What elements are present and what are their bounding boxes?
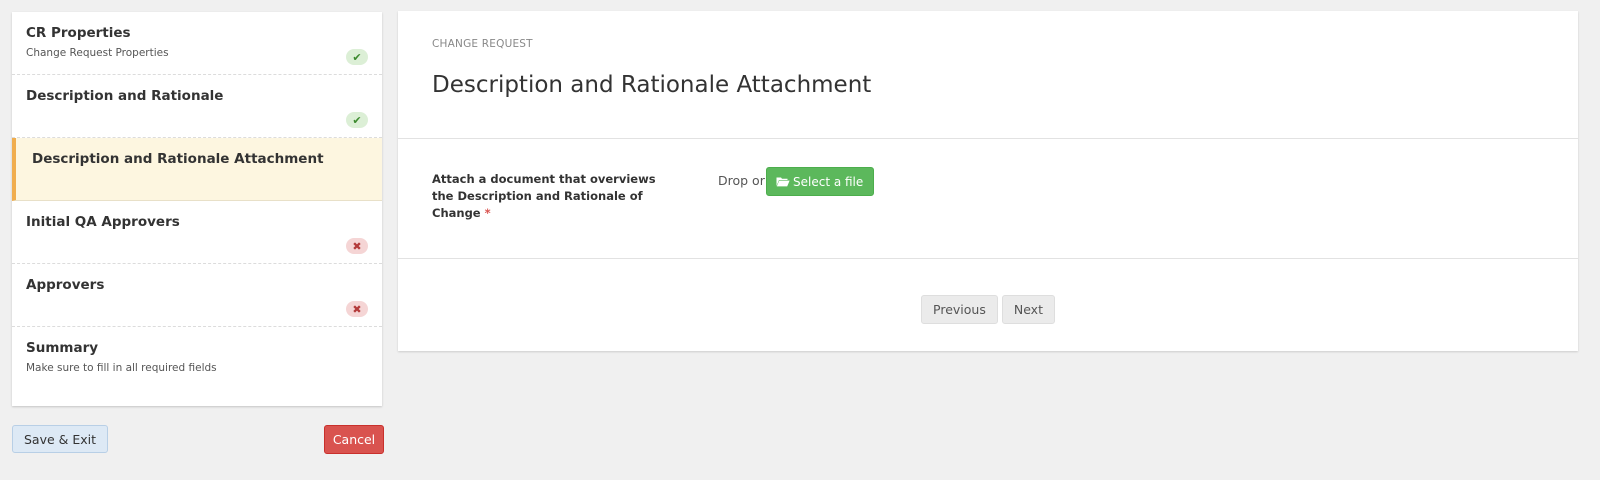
step-title: Description and Rationale [26, 88, 224, 104]
step-subtitle: Change Request Properties [26, 47, 169, 59]
folder-open-icon [776, 177, 790, 187]
previous-button[interactable]: Previous [921, 295, 998, 324]
save-and-exit-button[interactable]: Save & Exit [12, 425, 109, 453]
step-description-and-rationale-attachment[interactable]: Description and Rationale Attachment [12, 138, 382, 201]
step-title: Description and Rationale Attachment [32, 151, 324, 167]
wizard-navigation: Previous Next [398, 295, 1578, 324]
step-description-and-rationale[interactable]: Description and Rationale ✔ [12, 75, 382, 138]
section-eyebrow: CHANGE REQUEST [432, 38, 533, 50]
drop-zone-text[interactable]: Drop or [718, 173, 765, 188]
main-panel: CHANGE REQUEST Description and Rationale… [398, 11, 1578, 351]
attachment-field-label: Attach a document that overviews the Des… [432, 171, 677, 222]
page-title: Description and Rationale Attachment [432, 72, 872, 98]
select-file-button[interactable]: Select a file [766, 167, 875, 196]
step-cr-properties[interactable]: CR Properties Change Request Properties … [12, 12, 382, 75]
step-summary[interactable]: Summary Make sure to fill in all require… [12, 327, 382, 390]
field-label-text: Attach a document that overviews the Des… [432, 172, 656, 220]
check-icon: ✔ [346, 112, 368, 128]
attachment-form: Attach a document that overviews the Des… [398, 139, 1578, 259]
wizard-sidebar: CR Properties Change Request Properties … [12, 12, 382, 406]
step-title: Summary [26, 340, 99, 356]
x-icon: ✖ [346, 238, 368, 254]
step-subtitle: Make sure to fill in all required fields [26, 362, 217, 374]
step-title: Approvers [26, 277, 105, 293]
step-title: CR Properties [26, 25, 131, 41]
main-header: CHANGE REQUEST Description and Rationale… [398, 11, 1578, 139]
select-file-label: Select a file [793, 174, 864, 189]
next-button[interactable]: Next [1001, 295, 1055, 324]
check-icon: ✔ [346, 49, 368, 65]
x-icon: ✖ [346, 301, 368, 317]
step-initial-qa-approvers[interactable]: Initial QA Approvers ✖ [12, 201, 382, 264]
step-title: Initial QA Approvers [26, 214, 180, 230]
step-approvers[interactable]: Approvers ✖ [12, 264, 382, 327]
cancel-button[interactable]: Cancel [324, 425, 384, 454]
required-marker: * [484, 206, 491, 220]
